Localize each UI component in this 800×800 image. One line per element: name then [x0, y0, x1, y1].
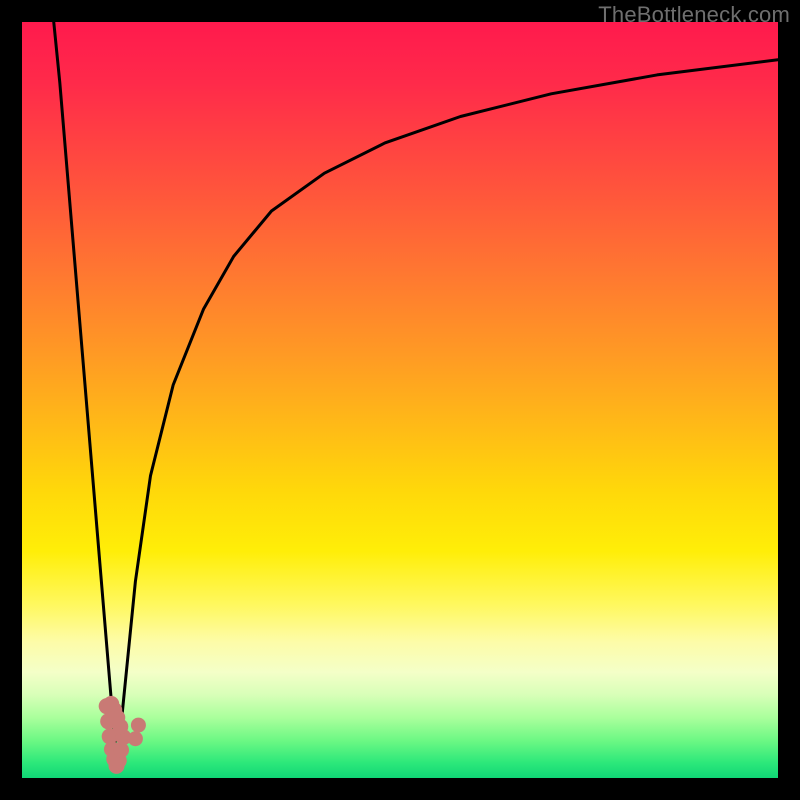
watermark-text: TheBottleneck.com [598, 2, 790, 28]
curve-lines [54, 22, 778, 767]
chart-svg [22, 22, 778, 778]
right-dots-dot [131, 718, 146, 733]
chart-stage: TheBottleneck.com [0, 0, 800, 800]
series-right-branch [117, 60, 778, 767]
plot-area [22, 22, 778, 778]
v-trough-dot [103, 696, 119, 712]
right-dots-dot [128, 731, 143, 746]
series-left-branch [54, 22, 118, 767]
